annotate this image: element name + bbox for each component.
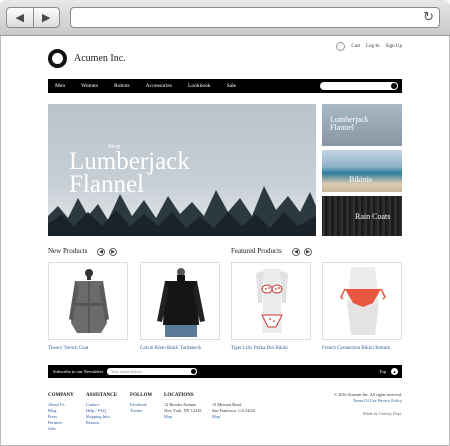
newsletter-bar: Subscribe to our Newsletter Your email a… [48, 365, 402, 378]
product-name-bikini-bottom[interactable]: French Connection Bikini Bottom [322, 346, 390, 351]
back-button[interactable]: ◀ [7, 8, 33, 27]
back-to-top-label[interactable]: Top [379, 369, 386, 374]
login-link[interactable]: Log In [366, 44, 379, 49]
newsletter-email-input[interactable]: Your email address [107, 368, 197, 375]
side-banner-flannel-label: Lumberjack Flannel [330, 116, 369, 132]
forward-arrow-icon: ▶ [42, 12, 51, 24]
footer-copyright-block: © 2016 Acumen Inc. All rights reserved. … [334, 392, 402, 404]
cart-link[interactable]: Cart [351, 44, 360, 49]
featured-products-prev-icon[interactable]: ◀ [292, 248, 300, 256]
side-banner-bikinis[interactable]: Bikinis [322, 150, 402, 192]
back-to-top-icon[interactable]: ▲ [391, 368, 398, 375]
footer-follow-heading: FOLLOW [130, 393, 153, 398]
footer-ny-map-link[interactable]: Map [164, 414, 201, 420]
nav-buttons: ◀ ▶ [6, 7, 60, 28]
newsletter-label: Subscribe to our Newsletter [53, 369, 104, 374]
product-card-turtleneck[interactable] [140, 262, 220, 340]
product-image-trench-coat [69, 269, 109, 333]
site-name[interactable]: Acumen Inc. [74, 53, 126, 64]
product-name-trench-coat[interactable]: Theory Trench Coat [48, 346, 88, 351]
signup-link[interactable]: Sign Up [385, 44, 402, 49]
cart-icon[interactable] [336, 42, 346, 51]
nav-item-accessories[interactable]: Accessories [146, 83, 172, 89]
logo-icon[interactable] [48, 49, 67, 68]
footer-privacy-link[interactable]: Privacy Policy [377, 398, 402, 403]
product-image-turtleneck [157, 268, 205, 337]
nav-item-lookbook[interactable]: Lookbook [188, 83, 211, 89]
side-banner-flannel[interactable]: Lumberjack Flannel [322, 104, 402, 146]
browser-toolbar: ◀ ▶ ↻ [0, 0, 450, 36]
footer-link-returns[interactable]: Returns [86, 420, 110, 426]
footer-sf-map-link[interactable]: Map [212, 414, 256, 420]
side-banner-bikinis-label: Bikinis [349, 175, 373, 184]
footer-locations-heading: LOCATIONS [164, 393, 194, 398]
footer-company-heading: COMPANY [48, 393, 74, 398]
side-banner-raincoats-label: Rain Coats [355, 212, 391, 221]
newsletter-submit-icon[interactable] [191, 369, 196, 374]
footer-assistance-links: Contact Help / FAQ Shipping Info Returns [86, 402, 110, 426]
nav-item-women[interactable]: Women [81, 83, 98, 89]
hero-title-line1: Lumberjack [69, 148, 190, 175]
forward-button[interactable]: ▶ [32, 8, 60, 27]
footer-made-by[interactable]: Made by Gravity Dept. [363, 411, 402, 416]
hero-title-line2: Flannel [69, 171, 144, 198]
footer-terms-link[interactable]: Terms Of Use [353, 398, 376, 403]
product-image-polka-bikini [256, 269, 288, 333]
product-name-turtleneck[interactable]: Calvin Klein Black Turtleneck [140, 346, 201, 351]
footer-location-ny: 12 Brooke Avenue New York, NY 12345 Map [164, 402, 201, 420]
product-name-polka-bikini[interactable]: Tiger Lilly Polka Dot Bikini [231, 346, 288, 351]
nav-item-men[interactable]: Men [55, 83, 65, 89]
product-image-bikini-bottom [340, 267, 386, 335]
footer-company-links: About Us Blog Press Partners Jobs [48, 402, 65, 432]
product-card-trench-coat[interactable] [48, 262, 128, 340]
new-products-prev-icon[interactable]: ◀ [97, 248, 105, 256]
side-banner-flannel-line2: Flannel [330, 123, 354, 132]
nav-item-robots[interactable]: Robots [114, 83, 130, 89]
footer-follow-links: Facebook Twitter [130, 402, 147, 414]
product-card-polka-bikini[interactable] [231, 262, 311, 340]
page-frame [0, 36, 450, 446]
hero-banner[interactable]: Shop Lumberjack Flannel [48, 104, 316, 236]
search-go-icon[interactable]: › [391, 83, 397, 89]
featured-products-next-icon[interactable]: ▶ [304, 248, 312, 256]
back-arrow-icon: ◀ [15, 12, 24, 24]
footer-link-twitter[interactable]: Twitter [130, 408, 147, 414]
hero-title: Lumberjack Flannel [69, 148, 190, 198]
utility-links: Cart Log In Sign Up [336, 42, 402, 51]
search-input[interactable]: › [320, 82, 398, 90]
main-nav: Men Women Robots Accessories Lookbook Sa… [48, 79, 402, 93]
product-card-bikini-bottom[interactable] [322, 262, 402, 340]
reload-icon[interactable]: ↻ [423, 10, 434, 25]
side-banner-raincoats[interactable]: Rain Coats [322, 196, 402, 236]
new-products-next-icon[interactable]: ▶ [109, 248, 117, 256]
footer-location-sf: 13 Mission Road San Francisco, CA 54321 … [212, 402, 256, 420]
address-bar[interactable]: ↻ [70, 7, 440, 28]
featured-products-heading: Featured Products [231, 247, 282, 255]
new-products-heading: New Products [48, 247, 88, 255]
footer-assistance-heading: ASSISTANCE [86, 393, 118, 398]
footer-link-jobs[interactable]: Jobs [48, 426, 65, 432]
nav-item-sale[interactable]: Sale [227, 83, 236, 89]
